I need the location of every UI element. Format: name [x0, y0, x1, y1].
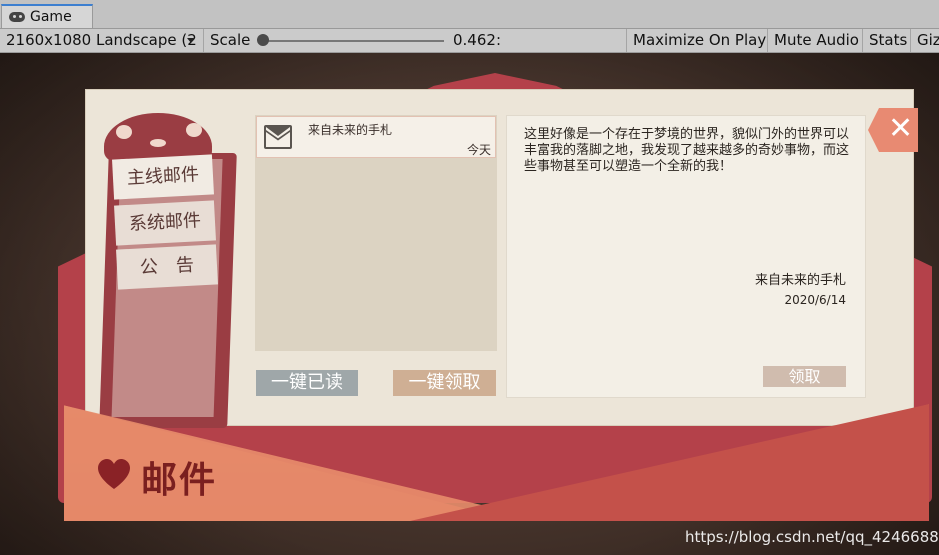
list-item[interactable]: 来自未来的手札 今天	[256, 116, 496, 158]
game-tab[interactable]: Game	[1, 4, 93, 28]
editor-tab-bar: Game	[0, 0, 939, 29]
mail-body-text: 这里好像是一个存在于梦境的世界，貌似门外的世界可以丰富我的落脚之地，我发现了越来…	[524, 127, 850, 174]
mail-date: 2020/6/14	[784, 293, 846, 307]
flower-icon	[116, 125, 132, 139]
scale-label: Scale	[210, 31, 251, 49]
gamepad-icon	[9, 12, 25, 22]
flower-icon	[186, 123, 202, 137]
heart-icon	[98, 459, 130, 489]
maximize-on-play-toggle[interactable]: Maximize On Play	[626, 29, 767, 52]
mute-audio-toggle[interactable]: Mute Audio	[767, 29, 862, 52]
mail-sender: 来自未来的手札	[754, 273, 846, 288]
scale-slider-track[interactable]	[262, 40, 444, 42]
resolution-label: 2160x1080 Landscape (2	[6, 31, 197, 49]
game-toolbar: 2160x1080 Landscape (2 Scale 0.462: Maxi…	[0, 29, 939, 53]
game-tab-label: Game	[30, 9, 72, 25]
stats-toggle[interactable]: Stats	[862, 29, 910, 52]
mail-item-title: 来自未来的手札	[308, 123, 393, 137]
close-icon: ✕	[888, 111, 914, 146]
mail-detail-panel: 这里好像是一个存在于梦境的世界，貌似门外的世界可以丰富我的落脚之地，我发现了越来…	[506, 115, 866, 398]
game-viewport: 主线邮件 系统邮件 公 告 来自未来的手札 今天 一键已读 一键领取 这里好像是…	[0, 53, 939, 555]
envelope-icon	[264, 125, 292, 149]
tab-main-mail[interactable]: 主线邮件	[112, 154, 214, 200]
mail-item-time: 今天	[466, 143, 491, 157]
read-all-button[interactable]: 一键已读	[256, 370, 358, 396]
chevron-down-icon	[187, 38, 195, 43]
watermark-text: https://blog.csdn.net/qq_42466882	[685, 528, 939, 546]
gizmos-toggle[interactable]: Giz	[910, 29, 939, 52]
scale-slider-handle[interactable]	[257, 34, 269, 46]
tab-system-mail-label: 系统邮件	[128, 210, 202, 235]
tab-system-mail[interactable]: 系统邮件	[114, 200, 216, 246]
tab-announcement[interactable]: 公 告	[116, 244, 218, 290]
claim-all-button[interactable]: 一键领取	[393, 370, 496, 396]
tab-announcement-label: 公 告	[139, 254, 195, 279]
ornament-icon	[150, 139, 166, 147]
scale-value: 0.462:	[453, 31, 501, 49]
resolution-dropdown[interactable]: 2160x1080 Landscape (2	[0, 29, 201, 52]
tab-main-mail-label: 主线邮件	[126, 164, 200, 189]
mail-heading: 邮件	[141, 460, 218, 501]
claim-button[interactable]: 领取	[763, 366, 846, 387]
